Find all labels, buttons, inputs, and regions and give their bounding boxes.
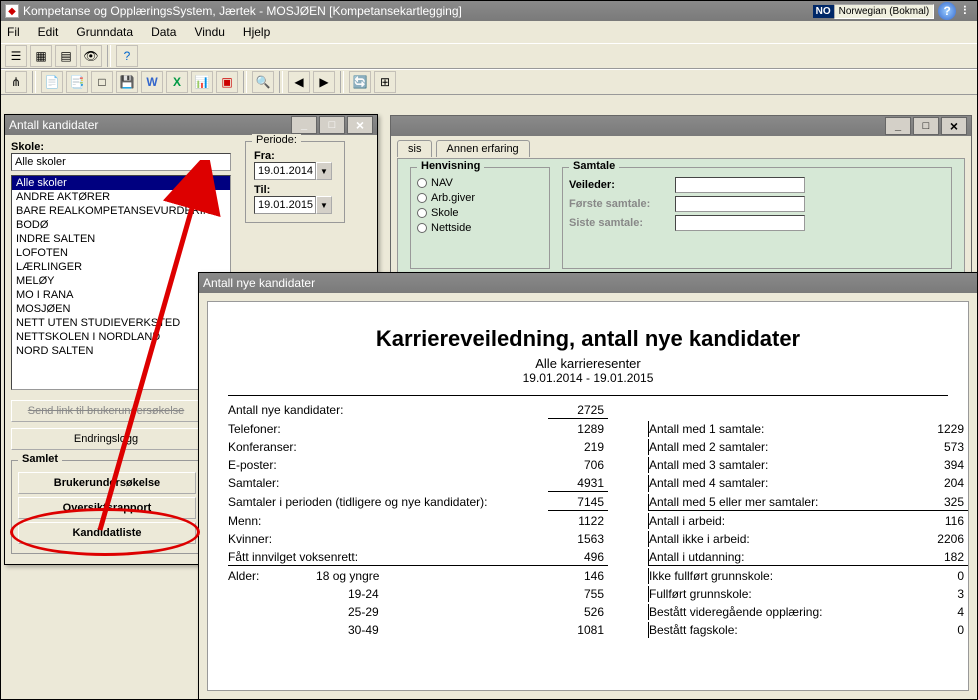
fra-dropdown-icon[interactable]: ▼	[316, 162, 332, 180]
menu-grunndata[interactable]: Grunndata	[76, 25, 133, 39]
radio-skole[interactable]: Skole	[417, 207, 543, 219]
ak-minimize-button[interactable]: _	[291, 116, 317, 134]
radio-nav[interactable]: NAV	[417, 177, 543, 189]
tool-next-icon[interactable]: ▶	[313, 71, 335, 93]
menu-edit[interactable]: Edit	[38, 25, 59, 39]
app-icon	[5, 4, 19, 18]
toolbar-1: ☰ ▦ ▤ 👁 ?	[1, 43, 977, 69]
bg-titlebar: _ □ ×	[391, 116, 971, 136]
tool-excel-icon[interactable]: X	[166, 71, 188, 93]
kandidatliste-button[interactable]: Kandidatliste	[18, 522, 196, 544]
samtale-legend: Samtale	[569, 160, 619, 172]
til-label: Til:	[254, 184, 336, 196]
report-title: Karriereveiledning, antall nye kandidate…	[228, 326, 948, 352]
menu-hjelp[interactable]: Hjelp	[243, 25, 270, 39]
tool-help-icon[interactable]: ?	[116, 45, 138, 67]
tab-annen[interactable]: Annen erfaring	[436, 140, 530, 157]
bg-window: _ □ × sis Annen erfaring Henvisning NAV …	[390, 115, 972, 295]
list-item[interactable]: Alle skoler	[12, 176, 230, 190]
list-item[interactable]: INDRE SALTEN	[12, 232, 230, 246]
til-date[interactable]: 19.01.2015	[254, 196, 316, 214]
report-table: Antall nye kandidater:2725 Telefoner:128…	[228, 402, 948, 638]
ak-maximize-button[interactable]: □	[319, 116, 345, 134]
report-body: Karriereveiledning, antall nye kandidate…	[207, 301, 969, 691]
tool-misc-icon[interactable]: ⊞	[374, 71, 396, 93]
maximize-button[interactable]: □	[913, 117, 939, 135]
veileder-input[interactable]	[675, 177, 805, 193]
ak-titlebar: Antall kandidater _ □ ×	[5, 115, 377, 135]
bg-content: Henvisning NAV Arb.giver Skole Nettside …	[397, 158, 965, 278]
forste-input[interactable]	[675, 196, 805, 212]
tool-doc2-icon[interactable]: 📑	[66, 71, 88, 93]
tool-refresh-icon[interactable]: 🔄	[349, 71, 371, 93]
samtale-group: Samtale Veileder: Første samtale: Siste …	[562, 167, 952, 269]
siste-input[interactable]	[675, 215, 805, 231]
forste-label: Første samtale:	[569, 198, 669, 210]
report-titlebar: Antall nye kandidater	[199, 273, 977, 293]
menu-data[interactable]: Data	[151, 25, 176, 39]
siste-label: Siste samtale:	[569, 217, 669, 229]
brukerundersokelse-button[interactable]: Brukerundersøkelse	[18, 472, 196, 494]
tab-sis[interactable]: sis	[397, 140, 432, 157]
tool-prev-icon[interactable]: ◀	[288, 71, 310, 93]
tool-doc1-icon[interactable]: 📄	[41, 71, 63, 93]
radio-nettside[interactable]: Nettside	[417, 222, 543, 234]
menu-fil[interactable]: Fil	[7, 25, 20, 39]
send-link-button[interactable]: Send link til brukerundersøkelse	[11, 400, 201, 422]
toolbar-2: ⋔ 📄 📑 □ 💾 W X 📊 ▣ 🔍 ◀ ▶ 🔄 ⊞	[1, 69, 977, 95]
samlet-legend: Samlet	[18, 453, 62, 465]
minimize-button[interactable]: _	[885, 117, 911, 135]
tool-tree-icon[interactable]: ⋔	[5, 71, 27, 93]
oversiktsrapport-button[interactable]: Oversiktsrapport	[18, 497, 196, 519]
tool-search-icon[interactable]: 🔍	[252, 71, 274, 93]
tool-grid-icon[interactable]: ▦	[30, 45, 52, 67]
tool-chart-icon[interactable]: 📊	[191, 71, 213, 93]
tool-word-icon[interactable]: W	[141, 71, 163, 93]
henvisning-legend: Henvisning	[417, 160, 484, 172]
tool-save-icon[interactable]: 💾	[116, 71, 138, 93]
tool-notes-icon[interactable]: ▤	[55, 45, 77, 67]
tool-pdf-icon[interactable]: ▣	[216, 71, 238, 93]
lang-flag[interactable]: NO	[813, 5, 834, 18]
tool-new-icon[interactable]: □	[91, 71, 113, 93]
periode-legend: Periode:	[252, 134, 301, 146]
lang-name[interactable]: Norwegian (Bokmal)	[834, 4, 935, 19]
report-win-title: Antall nye kandidater	[203, 276, 315, 290]
henvisning-group: Henvisning NAV Arb.giver Skole Nettside	[410, 167, 550, 269]
list-item[interactable]: BARE REALKOMPETANSEVURDERING	[12, 204, 230, 218]
ak-close-button[interactable]: ×	[347, 116, 373, 134]
til-dropdown-icon[interactable]: ▼	[316, 196, 332, 214]
radio-arbgiver[interactable]: Arb.giver	[417, 192, 543, 204]
bg-tabs: sis Annen erfaring	[391, 136, 971, 158]
fra-label: Fra:	[254, 150, 336, 162]
close-button[interactable]: ×	[941, 117, 967, 135]
main-titlebar: Kompetanse og OpplæringsSystem, Jærtek -…	[1, 1, 977, 21]
help-icon[interactable]: ?	[938, 2, 956, 20]
pin-icon[interactable]: ⠇	[960, 4, 973, 18]
app-title: Kompetanse og OpplæringsSystem, Jærtek -…	[23, 4, 462, 18]
report-range: 19.01.2014 - 19.01.2015	[228, 371, 948, 385]
menu-vindu[interactable]: Vindu	[194, 25, 224, 39]
report-window: Antall nye kandidater Karriereveiledning…	[198, 272, 978, 700]
menubar: Fil Edit Grunndata Data Vindu Hjelp	[1, 21, 977, 43]
endringslogg-button[interactable]: Endringslogg	[11, 428, 201, 450]
list-item[interactable]: ANDRE AKTØRER	[12, 190, 230, 204]
skole-input[interactable]: Alle skoler	[11, 153, 231, 171]
tool-list-icon[interactable]: ☰	[5, 45, 27, 67]
fra-date[interactable]: 19.01.2014	[254, 162, 316, 180]
tool-binoculars-icon[interactable]: 👁	[80, 45, 102, 67]
list-item[interactable]: BODØ	[12, 218, 230, 232]
periode-group: Periode: Fra: 19.01.2014 ▼ Til: 19.01.20…	[245, 141, 345, 223]
ak-title: Antall kandidater	[9, 118, 98, 132]
report-subtitle: Alle karrieresenter	[228, 356, 948, 371]
veileder-label: Veileder:	[569, 179, 669, 191]
list-item[interactable]: LOFOTEN	[12, 246, 230, 260]
